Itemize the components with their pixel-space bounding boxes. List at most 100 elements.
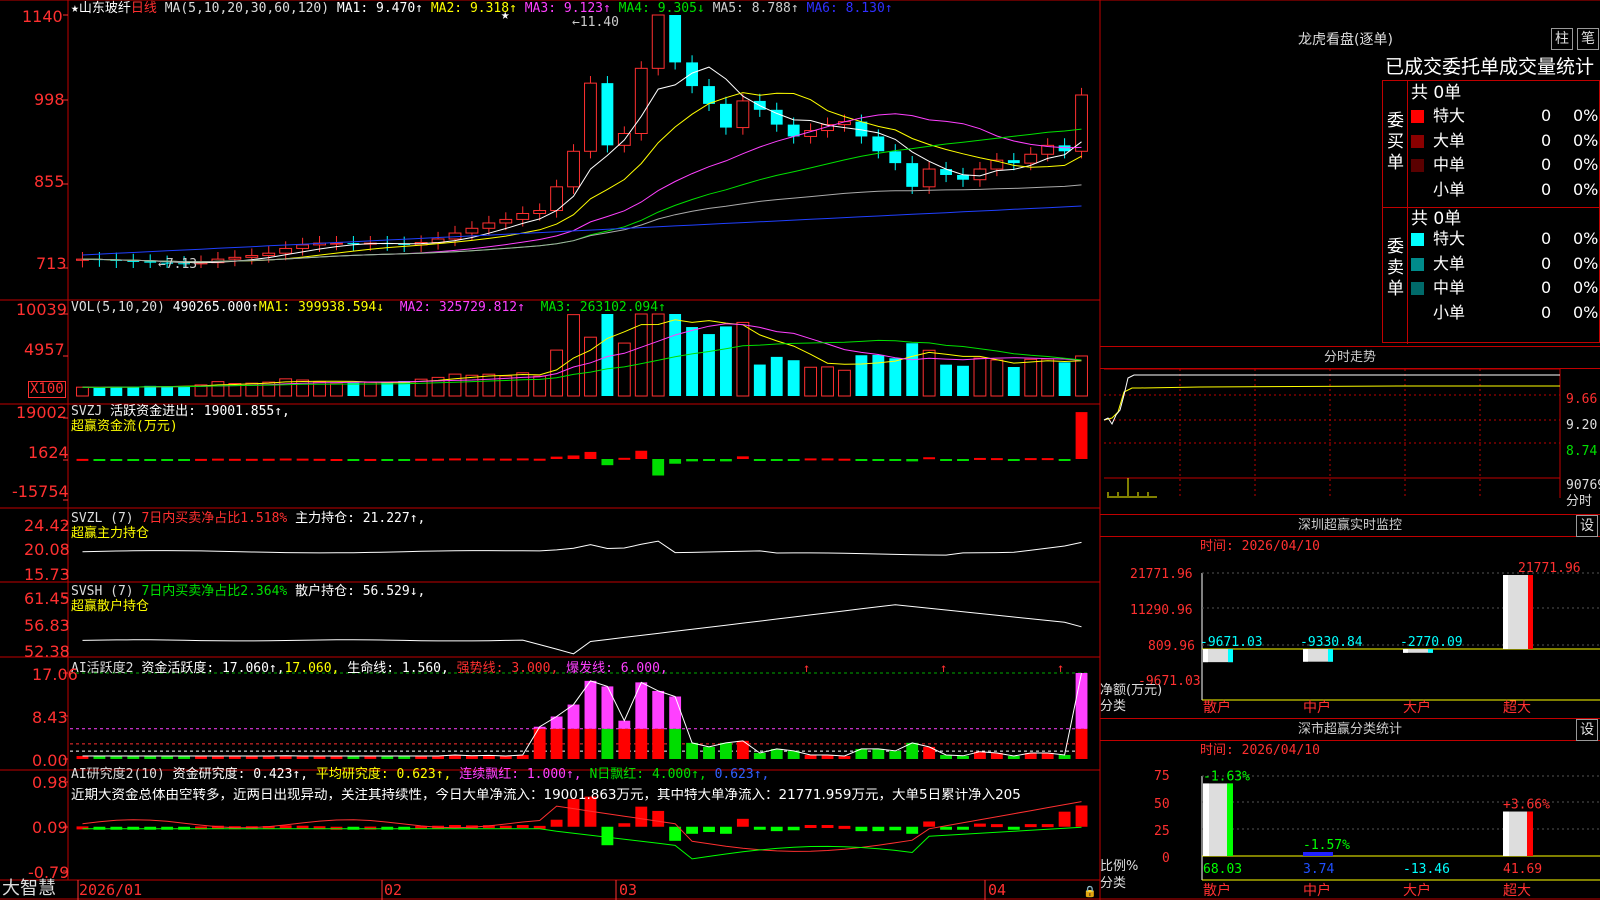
volume-bar-down (93, 387, 106, 396)
candle-up (262, 252, 276, 257)
candle-down (889, 151, 902, 164)
activity-bar (720, 742, 732, 759)
intraday-title: 分时走势 (1100, 347, 1600, 369)
ai3-header: AI研究度2(10) 资金研究度: 0.423↑, 平均研究度: 0.623↑,… (71, 767, 769, 782)
classify-settings-button[interactable]: 设 (1576, 719, 1598, 741)
candle-down (686, 62, 698, 87)
tab-bar-mode[interactable]: 柱 (1551, 28, 1573, 50)
ai2-strongline: 强势线: 3.000, (456, 661, 559, 676)
favorite-star-icon[interactable]: ★ (71, 1, 79, 16)
activity-bar (669, 728, 682, 759)
candle-up (482, 222, 496, 229)
volume-bar-up (838, 369, 851, 397)
fund-flow-bar (245, 458, 258, 461)
candle-up (634, 67, 648, 135)
svzl-axis-1: 24.42 (24, 516, 70, 535)
fund-flow-bar (838, 458, 851, 461)
monitor-settings-button[interactable]: 设 (1576, 515, 1598, 537)
research-bar (516, 824, 529, 828)
fund-flow-bar (686, 459, 698, 462)
fund-flow-bar (804, 458, 817, 461)
research-bar (855, 826, 868, 832)
stock-name: 山东玻纤 (78, 1, 131, 16)
activity-bar (1075, 728, 1088, 759)
candle-down (144, 261, 157, 263)
research-bar (990, 824, 1003, 828)
ai2-name: AI活跃度2 (71, 661, 134, 676)
date-label-4: 04 (988, 881, 1007, 899)
sell-category: 中单 (1433, 278, 1466, 297)
fund-flow-bar (567, 455, 580, 459)
fund-flow-bar (161, 459, 174, 461)
sell-color-swatch (1411, 306, 1424, 320)
sell-percent: 0% (1573, 278, 1599, 297)
fund-flow-bar (110, 459, 123, 461)
research-bar (144, 826, 157, 830)
ai3-avg: 平均研究度: 0.623↑, (315, 767, 452, 782)
period-label[interactable]: 日线 (131, 1, 157, 16)
research-bar (347, 826, 360, 830)
volume-bar-up (1041, 358, 1055, 397)
monitor-axis-2: 11290.96 (1130, 603, 1193, 618)
fund-flow-bar (669, 459, 682, 464)
research-bar (906, 826, 919, 834)
fund-flow-bar (821, 458, 834, 461)
svzj-axis-2: 1624 (28, 443, 69, 462)
intraday-vol-label: 分时 (1566, 494, 1593, 509)
sell-total: 共 0单 (1411, 209, 1462, 229)
fund-flow-bar (787, 459, 800, 461)
activity-bar-burst (618, 720, 631, 729)
stock-terminal: -9671.03 散户 -9330.84 中户 -2770.09 大户 21771.96 超大… (0, 0, 1600, 900)
kline-axis-1: 1140 (22, 7, 63, 26)
svsh-axis-1: 61.45 (24, 589, 70, 608)
research-bar (618, 823, 631, 827)
fund-flow-bar (76, 458, 89, 461)
buy-percent: 0% (1573, 106, 1599, 125)
volume-bar-up (990, 359, 1004, 397)
fund-flow-bar (703, 459, 715, 461)
ai2-axis-3: 0.00 (32, 751, 68, 770)
activity-bar-burst (1075, 673, 1088, 729)
fund-flow-bar (296, 458, 309, 461)
research-bar (398, 826, 411, 830)
fund-flow-bar (855, 459, 868, 461)
high-price-value: 11.40 (579, 15, 619, 30)
kline-axis-2: 998 (34, 90, 65, 109)
svsh-axis-3: 52.38 (24, 642, 70, 661)
volume-bar-up (516, 372, 530, 397)
ai2-header: AI活跃度2 资金活跃度: 17.060↑,17.060, 生命线: 1.560… (71, 661, 668, 676)
candle-up (584, 82, 597, 152)
candle-up (499, 218, 513, 224)
buy-total: 共 0单 (1411, 83, 1462, 103)
fund-flow-bar (906, 459, 919, 462)
fund-flow-bar (313, 458, 326, 461)
ma120-line (82, 205, 1082, 256)
volume-bar-down (601, 314, 614, 396)
research-bar (1058, 811, 1071, 827)
kline-header: ★山东玻纤日线 MA(5,10,20,30,60,120) MA1: 9.470… (71, 1, 893, 16)
research-bar (1007, 826, 1020, 830)
lock-icon[interactable]: 🔒 (1083, 884, 1097, 899)
candle-down (601, 83, 614, 146)
high-price-label: ←11.40 (572, 15, 619, 30)
research-bar (957, 826, 969, 830)
fund-flow-bar (347, 459, 360, 461)
volume-bar-up (821, 366, 834, 397)
fund-flow-bar (127, 459, 140, 461)
candle-down (127, 260, 140, 262)
low-price-label: ←7.13 (158, 257, 198, 272)
sell-color-swatch (1411, 257, 1424, 271)
vol-unit-button[interactable]: X100 (28, 381, 66, 398)
monitor-axis-3: 809.96 (1148, 639, 1195, 654)
activity-bar (652, 728, 665, 759)
monitor-axis-1: 21771.96 (1130, 567, 1193, 582)
ai2-axis-1: 17.06 (32, 665, 78, 684)
candle-up (279, 247, 293, 254)
svzl-subtitle: 超赢主力持仓 (71, 526, 150, 541)
vol-header: VOL(5,10,20) 490265.000↑MA1: 399938.594↓… (71, 300, 666, 315)
fund-flow-bar (618, 457, 631, 460)
activity-bar (601, 728, 614, 759)
ai2-lifeline: 生命线: 1.560, (347, 661, 449, 676)
svzj-name: SVZJ (71, 404, 103, 419)
tab-tick-mode[interactable]: 笔 (1577, 28, 1599, 50)
